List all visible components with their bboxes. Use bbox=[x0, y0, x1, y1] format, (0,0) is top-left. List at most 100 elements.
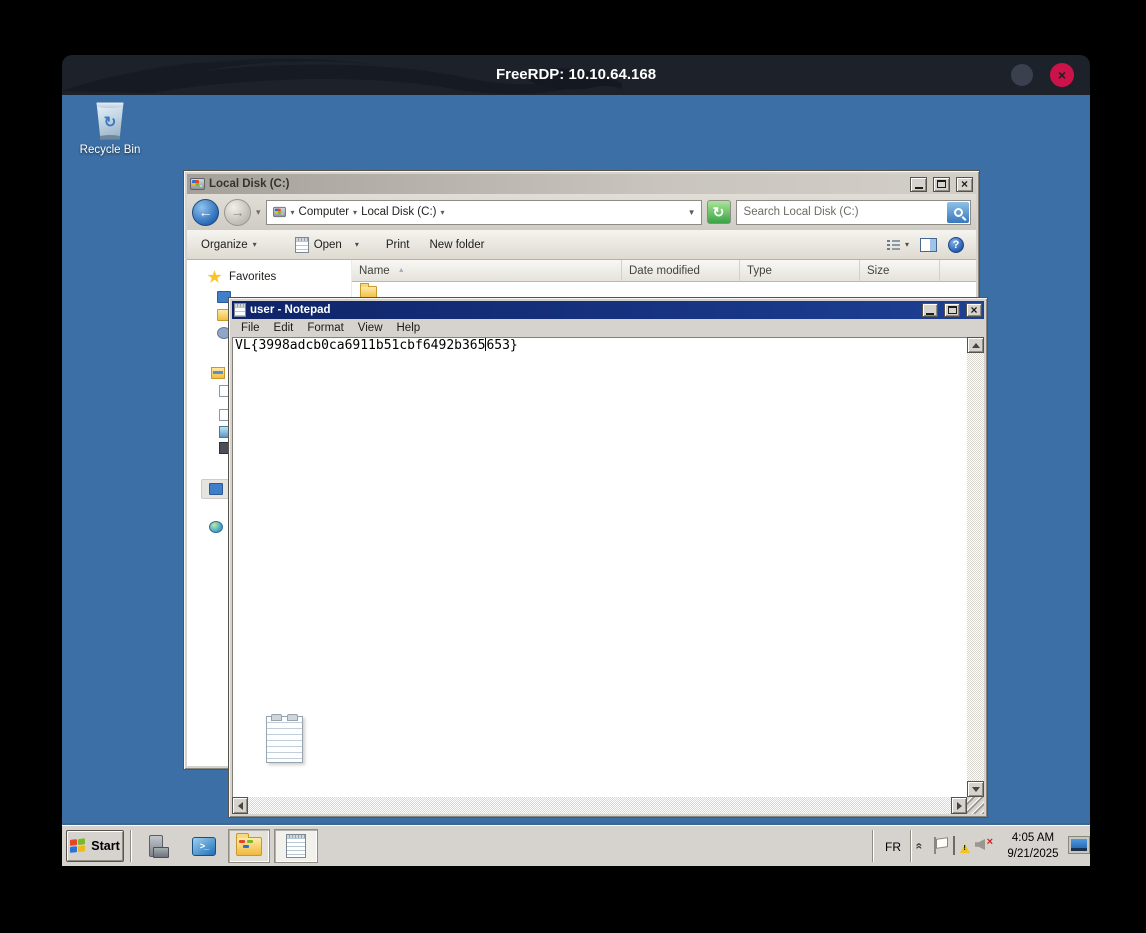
details-pane-file-icon bbox=[266, 714, 303, 763]
vertical-scroll-track[interactable] bbox=[967, 353, 984, 781]
sidebar-item-libraries-icon[interactable] bbox=[211, 367, 225, 379]
recycle-bin-shortcut[interactable]: ↻ Recycle Bin bbox=[72, 101, 148, 156]
address-bar[interactable]: ▾ Computer ▾ Local Disk (C:) ▾ ▼ bbox=[265, 199, 702, 225]
flag-text-before-caret: VL{3998adcb0ca6911b51cbf6492b365 bbox=[235, 338, 486, 353]
chevron-down-icon[interactable]: ▾ bbox=[440, 208, 444, 217]
show-hidden-icons-button[interactable]: « bbox=[912, 843, 926, 850]
open-menu-button[interactable]: Open ▾ bbox=[294, 236, 359, 253]
explorer-close-button[interactable]: × bbox=[956, 176, 973, 192]
taskbar: Start >_ FR « ! × 4:05 AM 9/21/2025 bbox=[62, 825, 1090, 866]
breadcrumb-local-disk[interactable]: Local Disk (C:) bbox=[361, 206, 436, 218]
column-header-size[interactable]: Size bbox=[860, 260, 940, 282]
taskbar-explorer-button[interactable] bbox=[228, 829, 270, 863]
sidebar-item-network-icon[interactable] bbox=[209, 521, 223, 533]
sidebar-item-computer-icon[interactable] bbox=[209, 483, 223, 495]
back-arrow-icon: ← bbox=[198, 204, 213, 220]
server-manager-icon bbox=[149, 835, 169, 858]
freerdp-title: FreeRDP: 10.10.64.168 bbox=[495, 66, 657, 83]
new-folder-label: New folder bbox=[429, 238, 485, 251]
menu-format[interactable]: Format bbox=[300, 322, 350, 334]
scroll-down-button[interactable] bbox=[967, 781, 984, 797]
notepad-window: user - Notepad × File Edit Format View H… bbox=[228, 297, 988, 818]
forward-button[interactable]: → bbox=[224, 198, 251, 226]
remote-display-icon[interactable] bbox=[1068, 836, 1090, 854]
explorer-command-bar: Organize ▾ Open ▾ Print New folder ▾ ? bbox=[187, 230, 976, 260]
help-button[interactable]: ? bbox=[948, 236, 964, 253]
column-header-type[interactable]: Type bbox=[740, 260, 860, 282]
drive-icon bbox=[190, 178, 205, 190]
search-box bbox=[735, 199, 971, 225]
mute-x-icon: × bbox=[986, 836, 993, 848]
explorer-title: Local Disk (C:) bbox=[209, 178, 290, 190]
preview-pane-button[interactable] bbox=[920, 237, 937, 252]
freerdp-close-button[interactable]: × bbox=[1050, 63, 1074, 87]
explorer-minimize-button[interactable] bbox=[910, 176, 927, 192]
column-header-date-modified[interactable]: Date modified bbox=[622, 260, 740, 282]
close-icon: × bbox=[1057, 67, 1067, 83]
recycle-icon: ↻ bbox=[103, 114, 117, 131]
print-label: Print bbox=[385, 238, 410, 251]
notepad-icon bbox=[234, 303, 246, 317]
vertical-scrollbar[interactable] bbox=[967, 337, 984, 797]
notepad-minimize-button[interactable] bbox=[922, 303, 938, 317]
notepad-maximize-button[interactable] bbox=[944, 303, 960, 317]
menu-edit[interactable]: Edit bbox=[267, 322, 301, 334]
forward-arrow-icon: → bbox=[230, 204, 245, 220]
sidebar-item-favorites[interactable]: Favorites bbox=[207, 270, 276, 284]
search-input[interactable] bbox=[736, 206, 947, 218]
freerdp-window: FreeRDP: 10.10.64.168 × ↻ Recycle Bin Lo… bbox=[62, 55, 1090, 866]
refresh-button[interactable]: ↻ bbox=[706, 200, 731, 224]
menu-help[interactable]: Help bbox=[390, 322, 428, 334]
menu-view[interactable]: View bbox=[351, 322, 390, 334]
freerdp-titlebar[interactable]: FreeRDP: 10.10.64.168 × bbox=[62, 55, 1090, 95]
notepad-icon bbox=[286, 834, 306, 858]
print-button[interactable]: Print bbox=[386, 239, 410, 251]
organize-menu-button[interactable]: Organize ▾ bbox=[201, 239, 257, 251]
notepad-title: user - Notepad bbox=[250, 304, 331, 316]
chevron-down-icon[interactable]: ▾ bbox=[353, 208, 357, 217]
explorer-maximize-button[interactable] bbox=[933, 176, 950, 192]
start-label: Start bbox=[91, 839, 120, 853]
recycle-bin-label: Recycle Bin bbox=[79, 144, 141, 156]
scroll-right-button[interactable] bbox=[951, 797, 967, 814]
column-header-name[interactable]: Name ▲ bbox=[352, 260, 622, 282]
taskbar-notepad-button[interactable] bbox=[274, 829, 318, 863]
freerdp-minimize-button[interactable] bbox=[1011, 64, 1033, 86]
clock-date: 9/21/2025 bbox=[1007, 848, 1059, 860]
new-folder-button[interactable]: New folder bbox=[430, 239, 485, 251]
horizontal-scrollbar[interactable] bbox=[232, 797, 967, 814]
search-button[interactable] bbox=[947, 201, 969, 223]
refresh-icon: ↻ bbox=[712, 203, 725, 220]
explorer-titlebar[interactable]: Local Disk (C:) × bbox=[187, 174, 976, 194]
type-header-label: Type bbox=[747, 264, 772, 277]
organize-label: Organize bbox=[201, 238, 248, 251]
recent-pages-chevron[interactable]: ▾ bbox=[256, 207, 261, 218]
scroll-up-button[interactable] bbox=[967, 337, 984, 353]
recycle-bin-icon: ↻ bbox=[96, 102, 124, 140]
volume-muted-icon[interactable]: × bbox=[975, 837, 993, 852]
close-icon: × bbox=[970, 303, 978, 317]
powershell-button[interactable]: >_ bbox=[188, 831, 220, 861]
server-manager-button[interactable] bbox=[140, 831, 172, 861]
address-history-dropdown[interactable]: ▼ bbox=[688, 208, 696, 217]
resize-grip[interactable] bbox=[967, 797, 984, 814]
action-center-flag-icon[interactable] bbox=[933, 837, 947, 854]
scroll-left-button[interactable] bbox=[232, 797, 248, 814]
explorer-navigation-bar: ← → ▾ ▾ Computer ▾ Local Disk (C:) ▾ ▼ ↻ bbox=[187, 194, 976, 230]
network-status-icon[interactable] bbox=[953, 836, 970, 855]
notepad-text-area[interactable]: VL{3998adcb0ca6911b51cbf6492b365653} bbox=[232, 337, 967, 797]
horizontal-scroll-track[interactable] bbox=[248, 797, 951, 814]
close-icon: × bbox=[960, 177, 968, 191]
notepad-close-button[interactable]: × bbox=[966, 303, 982, 317]
start-button[interactable]: Start bbox=[66, 830, 124, 862]
breadcrumb-computer[interactable]: Computer bbox=[299, 206, 350, 218]
chevron-down-icon[interactable]: ▾ bbox=[291, 208, 295, 217]
taskbar-clock[interactable]: 4:05 AM 9/21/2025 bbox=[996, 830, 1070, 862]
back-button[interactable]: ← bbox=[192, 198, 219, 226]
language-indicator[interactable]: FR bbox=[880, 835, 906, 859]
menu-file[interactable]: File bbox=[234, 322, 267, 334]
notepad-titlebar[interactable]: user - Notepad × bbox=[232, 301, 984, 319]
change-view-button[interactable]: ▾ bbox=[886, 239, 909, 250]
favorites-star-icon bbox=[207, 270, 222, 283]
drive-icon bbox=[272, 206, 286, 218]
